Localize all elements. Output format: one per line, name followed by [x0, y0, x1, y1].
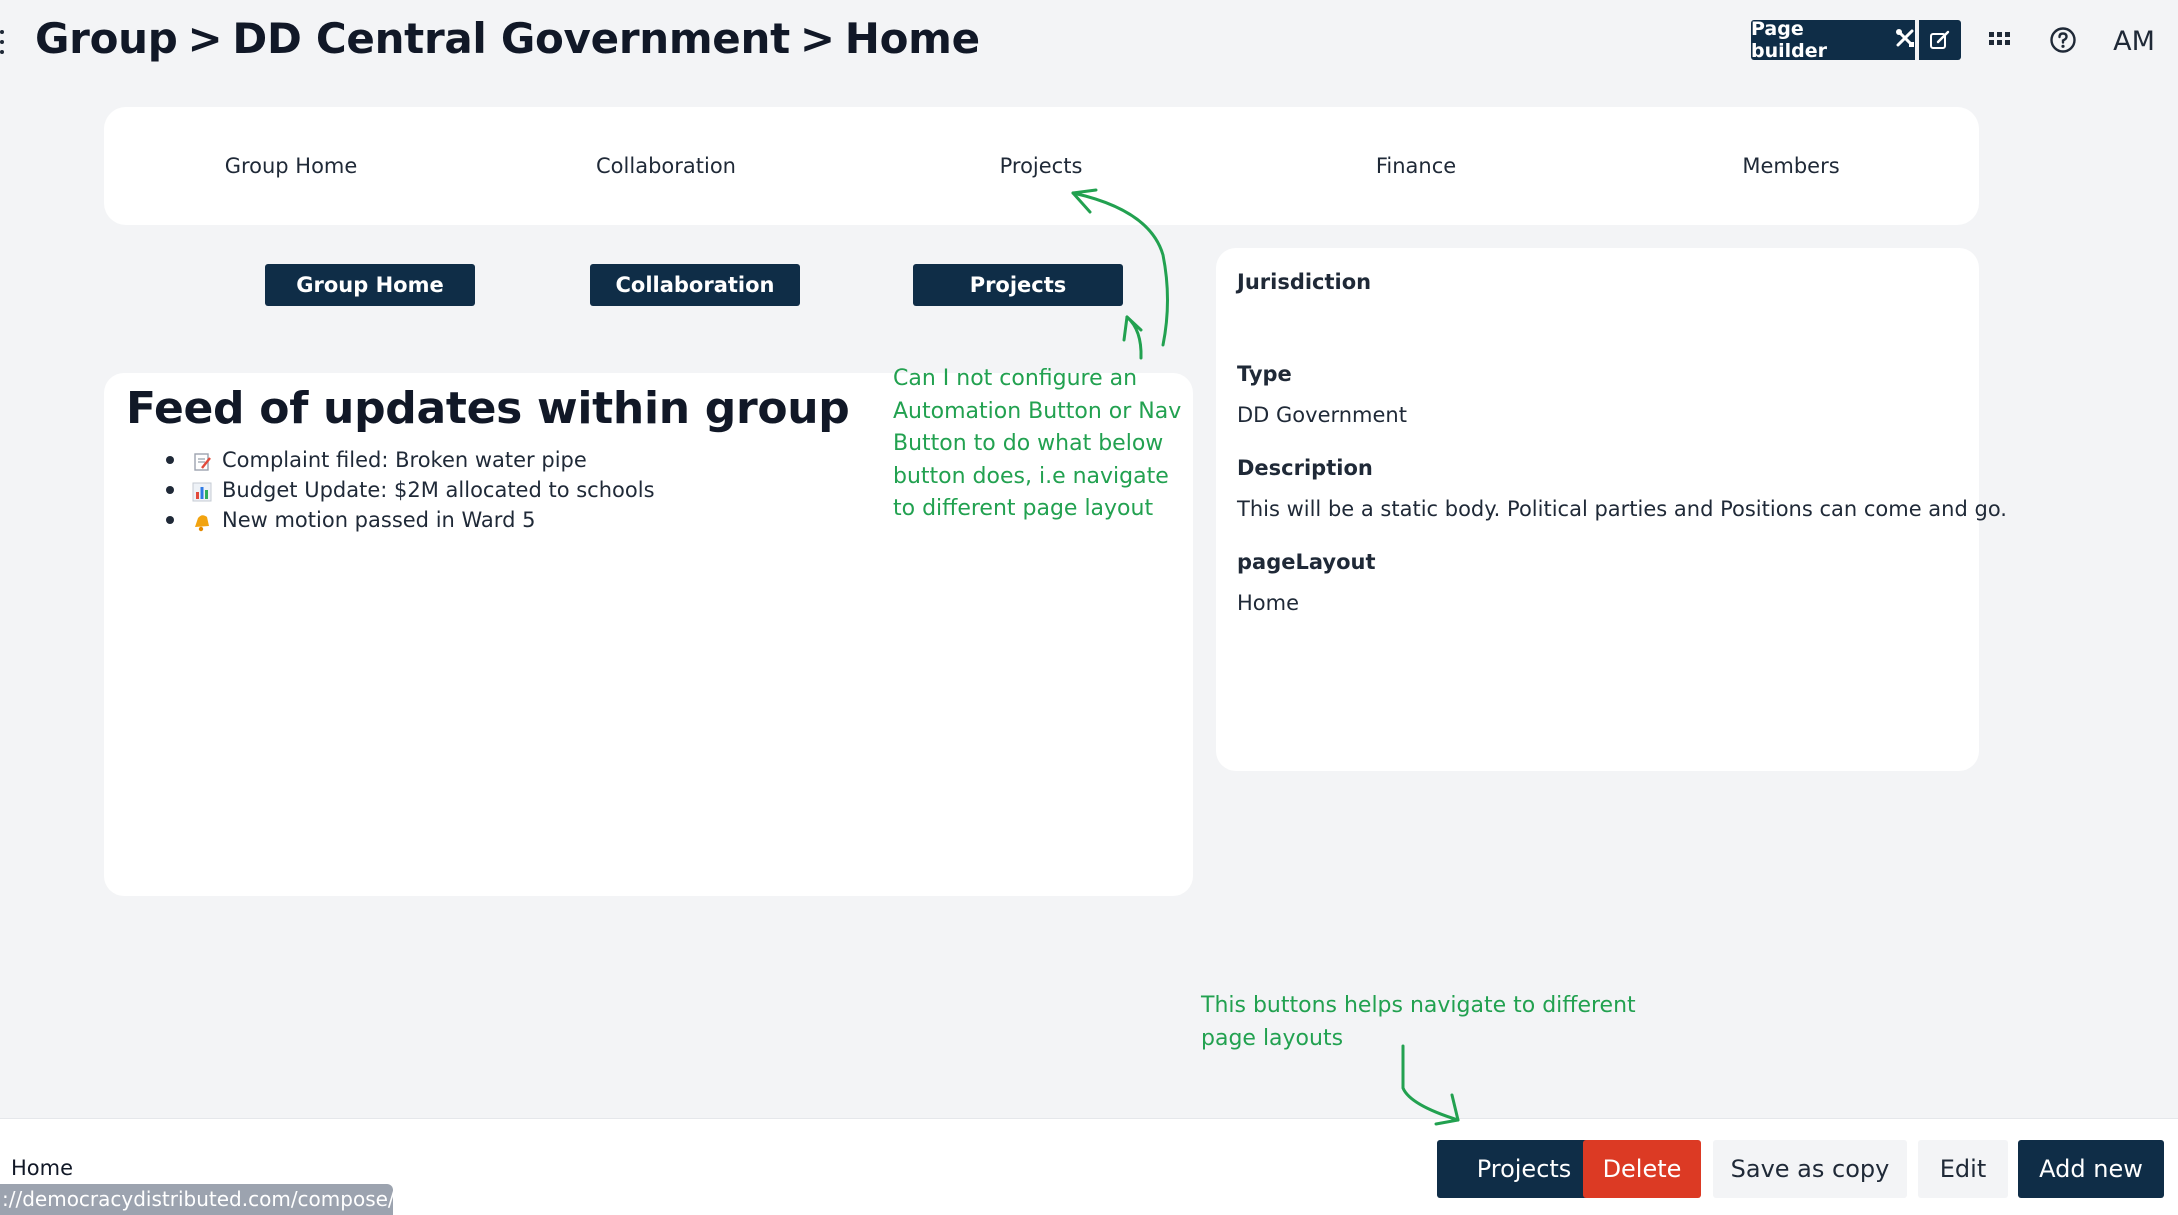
tab-projects[interactable]: Projects	[1000, 107, 1083, 225]
annotation-line: page layouts	[1201, 1025, 1344, 1051]
kebab-menu-icon[interactable]	[0, 30, 6, 54]
bullet	[166, 486, 174, 494]
collaboration-button[interactable]: Collaboration	[590, 264, 800, 306]
annotation-arrowhead	[1122, 315, 1143, 342]
tools-icon	[1895, 28, 1915, 53]
current-layout-label: Home	[11, 1156, 74, 1180]
pencil-square-icon	[1930, 30, 1950, 49]
annotation-line: This buttons helps navigate to different	[1201, 993, 1636, 1018]
breadcrumb-current: Home	[844, 14, 980, 63]
apps-grid-icon[interactable]	[1989, 29, 2011, 51]
status-url: ://democracydistributed.com/compose/#	[0, 1184, 393, 1215]
feed-item-text: Complaint filed: Broken water pipe	[222, 448, 587, 472]
edit-page-button[interactable]	[1919, 20, 1961, 60]
description-label: Description	[1237, 456, 1373, 480]
feed-title: Feed of updates within group	[126, 383, 850, 434]
help-icon[interactable]	[2049, 26, 2077, 54]
edit-button[interactable]: Edit	[1918, 1140, 2008, 1198]
tab-collaboration[interactable]: Collaboration	[596, 107, 736, 225]
group-home-button[interactable]: Group Home	[265, 264, 475, 306]
details-card: Jurisdiction Type DD Government Descript…	[1216, 248, 2007, 771]
feed-item-text: New motion passed in Ward 5	[222, 508, 536, 532]
annotation-line: to different page layout	[893, 496, 1154, 521]
breadcrumb-separator: >	[187, 14, 223, 63]
page-layout-value: Home	[1237, 591, 1300, 615]
jurisdiction-label: Jurisdiction	[1237, 270, 1372, 294]
projects-nav-button[interactable]: Projects	[913, 264, 1123, 306]
bell-icon	[192, 510, 212, 532]
breadcrumb-group-name[interactable]: DD Central Government	[232, 14, 790, 63]
list-item: Complaint filed: Broken water pipe	[154, 445, 655, 475]
add-new-button[interactable]: Add new	[2018, 1140, 2164, 1198]
feed-item-text: Budget Update: $2M allocated to schools	[222, 478, 655, 502]
tab-finance[interactable]: Finance	[1376, 107, 1456, 225]
bullet	[166, 456, 174, 464]
page-builder-button[interactable]: Page builder	[1751, 18, 1915, 62]
annotation-line: Button to do what below	[893, 431, 1164, 456]
breadcrumb: Group > DD Central Government > Home	[35, 14, 980, 63]
page-builder-label: Page builder	[1751, 18, 1828, 62]
description-value: This will be a static body. Political pa…	[1237, 497, 2007, 521]
annotation-line: Can I not configure an	[893, 366, 1138, 391]
breadcrumb-separator: >	[799, 14, 835, 63]
type-value: DD Government	[1237, 403, 1407, 427]
bullet	[166, 516, 174, 524]
annotation-line: button does, i.e navigate	[893, 463, 1169, 489]
annotation-bottom-note: This buttons helps navigate to different…	[1201, 990, 1636, 1055]
avatar[interactable]: AM	[2101, 8, 2167, 74]
nav-tabs: Group Home Collaboration Projects Financ…	[104, 107, 1979, 225]
delete-button[interactable]: Delete	[1583, 1140, 1701, 1198]
page-layout-label: pageLayout	[1237, 550, 1376, 574]
feed-list: Complaint filed: Broken water pipe Budge…	[154, 445, 655, 535]
breadcrumb-group[interactable]: Group	[35, 14, 178, 63]
list-item: New motion passed in Ward 5	[154, 505, 655, 535]
type-label: Type	[1237, 362, 1292, 386]
annotation-top-note: Can I not configure an Automation Button…	[893, 363, 1181, 526]
annotation-arrow-short	[1125, 315, 1143, 360]
save-as-copy-button[interactable]: Save as copy	[1713, 1140, 1907, 1198]
annotation-line: Automation Button or Nav	[893, 398, 1182, 424]
bar-chart-icon	[192, 480, 212, 502]
annotation-arrow-down	[1401, 1044, 1460, 1122]
tab-group-home[interactable]: Group Home	[225, 107, 358, 225]
tab-members[interactable]: Members	[1742, 107, 1839, 225]
list-item: Budget Update: $2M allocated to schools	[154, 475, 655, 505]
memo-icon	[192, 450, 212, 471]
